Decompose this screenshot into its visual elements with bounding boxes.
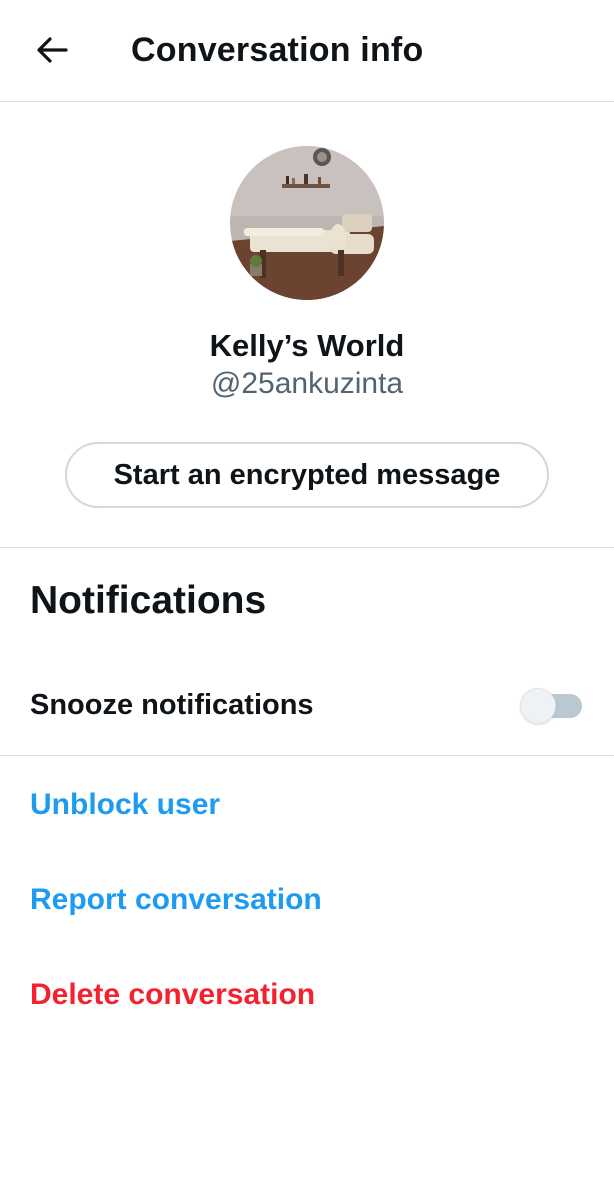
unblock-user-link[interactable]: Unblock user (30, 785, 220, 825)
back-button[interactable] (24, 22, 80, 78)
display-name: Kelly’s World (209, 328, 405, 363)
page-title: Conversation info (131, 31, 424, 69)
top-bar: Conversation info (0, 0, 614, 102)
avatar[interactable] (230, 146, 384, 300)
user-handle: @25ankuzinta (210, 367, 404, 400)
toggle-knob (520, 688, 556, 724)
report-conversation-link[interactable]: Report conversation (30, 880, 322, 920)
snooze-notifications-row[interactable]: Snooze notifications (0, 662, 614, 756)
snooze-toggle[interactable] (520, 688, 582, 724)
arrow-left-icon (35, 33, 69, 67)
profile-section: Kelly’s World @25ankuzinta Start an encr… (0, 102, 614, 548)
start-encrypted-message-button[interactable]: Start an encrypted message (65, 442, 549, 508)
notifications-heading: Notifications (30, 579, 267, 622)
snooze-notifications-label: Snooze notifications (30, 689, 314, 721)
delete-conversation-link[interactable]: Delete conversation (30, 975, 315, 1015)
